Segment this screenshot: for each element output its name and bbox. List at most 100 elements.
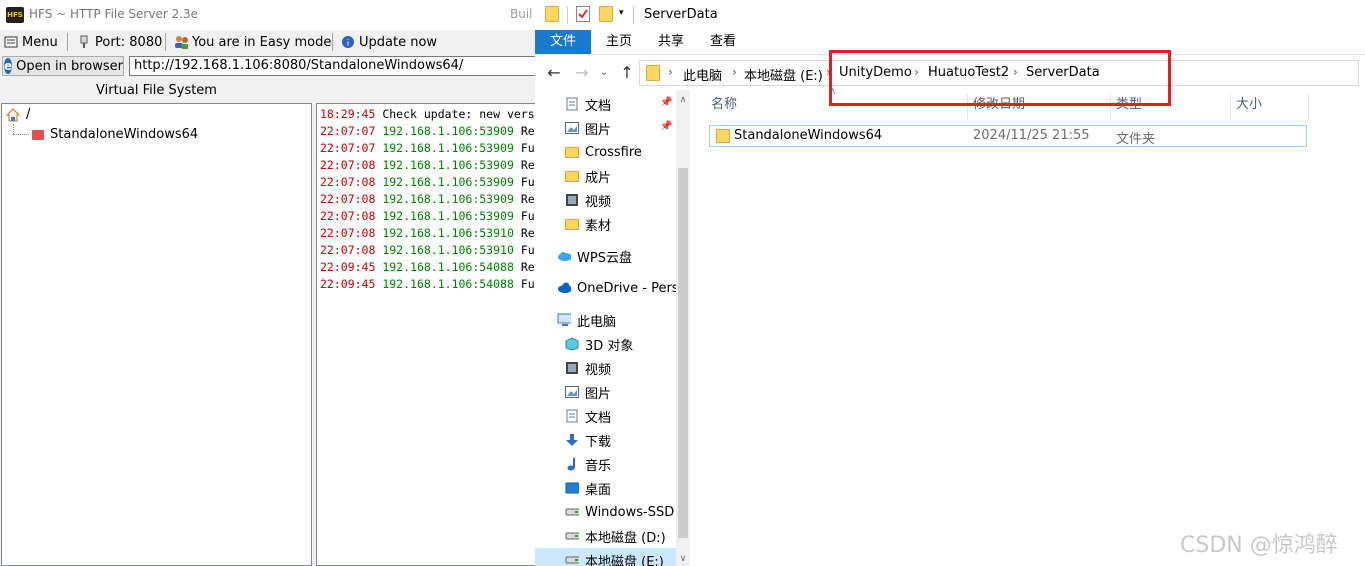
toolbar-divider — [332, 33, 333, 51]
file-date: 2024/11/25 21:55 — [973, 128, 1090, 143]
computer-icon — [557, 313, 571, 327]
log-message: Check update: new vers — [382, 107, 535, 121]
nav-item[interactable]: 桌面 — [535, 476, 676, 500]
log-ip: 192.168.1.106:54088 — [382, 260, 514, 274]
nav-item[interactable]: 本地磁盘 (D:) — [535, 524, 676, 548]
file-type: 文件夹 — [1116, 132, 1156, 147]
back-arrow-icon[interactable]: ← — [545, 64, 563, 82]
up-arrow-icon[interactable]: ↑ — [618, 64, 636, 82]
chevron-down-icon[interactable]: ▾ — [619, 8, 624, 18]
log-time: 18:29:45 — [320, 107, 376, 121]
properties-icon[interactable] — [576, 6, 590, 22]
menu-button[interactable]: Menu — [4, 33, 58, 51]
nav-item[interactable]: 成片 — [535, 164, 676, 188]
log-message: Fu — [520, 209, 535, 223]
nav-item[interactable]: 视频 — [535, 356, 676, 380]
hfs-titlebar: HFS HFS ~ HTTP File Server 2.3e Buil — [0, 0, 538, 30]
nav-item[interactable]: 文档 — [535, 92, 676, 116]
chevron-right-icon[interactable]: › — [732, 65, 737, 79]
log-time: 22:07:08 — [320, 243, 376, 257]
tab-view[interactable]: 查看 — [701, 30, 745, 54]
red-folder-icon — [32, 129, 44, 140]
navigation-pane[interactable]: 文档 📌 图片 📌 Crossfire 成片 视频 素材 WPS云盘 OneDrive - Per… — [535, 90, 690, 566]
log-message: Fu — [520, 141, 535, 155]
nav-item[interactable]: 视频 — [535, 188, 676, 212]
download-icon — [565, 433, 579, 447]
vfs-folder-item[interactable]: StandaloneWindows64 — [32, 127, 198, 142]
log-message: Fu — [520, 277, 535, 291]
new-folder-icon[interactable] — [599, 6, 613, 22]
column-size[interactable]: 大小 — [1236, 90, 1262, 120]
nav-item[interactable]: 此电脑 — [535, 308, 676, 332]
nav-item[interactable]: 图片 — [535, 380, 676, 404]
cloud-icon — [557, 249, 571, 263]
nav-item[interactable]: 文档 — [535, 404, 676, 428]
nav-item[interactable]: Crossfire — [535, 140, 676, 164]
nav-item[interactable]: 素材 — [535, 212, 676, 236]
nav-item[interactable]: 图片 — [535, 116, 676, 140]
update-button[interactable]: i Update now — [341, 33, 437, 51]
menu-label: Menu — [22, 34, 58, 50]
url-field[interactable]: http://192.168.1.106:8080/StandaloneWind… — [129, 56, 538, 76]
log-ip: 192.168.1.106:53909 — [382, 192, 514, 206]
tree-connector — [13, 124, 14, 134]
nav-item-label: 此电脑 — [577, 314, 617, 330]
column-name[interactable]: 名称 — [711, 90, 737, 120]
port-button[interactable]: Port: 8080 — [77, 33, 162, 51]
log-line: 22:09:45 192.168.1.106:54088 Fu — [320, 277, 535, 291]
vfs-root-label: / — [26, 107, 31, 122]
nav-item[interactable]: 下载 — [535, 428, 676, 452]
toolbar-divider — [165, 33, 166, 51]
hfs-toolbar: Menu Port: 8080 You are in Easy mode i U… — [0, 30, 538, 54]
picture-icon — [565, 121, 579, 135]
nav-item-label: 下载 — [585, 434, 612, 450]
log-ip: 192.168.1.106:54088 — [382, 277, 514, 291]
log-line: 22:07:08 192.168.1.106:53909 Re — [320, 192, 535, 206]
log-line: 22:07:08 192.168.1.106:53910 Fu — [320, 243, 535, 257]
hfs-logo-icon: HFS — [6, 7, 24, 23]
nav-item[interactable]: Windows-SSD — [535, 500, 676, 524]
hfs-window-title: HFS ~ HTTP File Server 2.3e — [29, 7, 199, 21]
tab-file[interactable]: 文件 — [535, 30, 591, 54]
nav-item[interactable]: 本地磁盘 (E:) — [535, 548, 676, 566]
nav-item-label: 文档 — [585, 410, 612, 426]
pin-icon[interactable]: 📌 — [660, 97, 672, 108]
recent-chevron-icon[interactable]: ⌄ — [595, 64, 613, 82]
scrollbar-thumb[interactable] — [678, 168, 688, 538]
chevron-right-icon[interactable]: › — [668, 65, 673, 79]
nav-item[interactable]: OneDrive - Perso — [535, 276, 676, 300]
folder-icon — [716, 129, 730, 143]
column-divider[interactable] — [1230, 94, 1231, 120]
pin-icon[interactable]: 📌 — [660, 121, 672, 132]
hfs-window: HFS HFS ~ HTTP File Server 2.3e Buil Men… — [0, 0, 538, 566]
nav-item-label: 文档 — [585, 98, 612, 114]
log-line: 18:29:45 Check update: new vers — [320, 107, 535, 121]
scroll-up-icon[interactable]: ∧ — [676, 93, 690, 107]
nav-item-label: 成片 — [585, 170, 612, 186]
users-icon — [174, 35, 188, 49]
info-download-icon: i — [341, 35, 355, 49]
nav-item-label: 桌面 — [585, 482, 612, 498]
column-divider[interactable] — [1308, 94, 1309, 120]
tab-home[interactable]: 主页 — [597, 30, 641, 54]
nav-item[interactable]: WPS云盘 — [535, 244, 676, 268]
breadcrumb-this-pc[interactable]: 此电脑 — [683, 65, 722, 84]
highlight-box — [829, 50, 1171, 106]
vfs-header: Virtual File System — [96, 83, 217, 98]
file-row[interactable]: StandaloneWindows64 2024/11/25 21:55 文件夹 — [709, 125, 1307, 147]
open-in-browser-button[interactable]: e Open in browser — [2, 56, 124, 76]
log-message: Re — [520, 226, 535, 240]
file-list[interactable]: 名称 ∧ 修改日期 类型 大小 StandaloneWindows64 2024… — [692, 86, 1365, 566]
log-panel[interactable]: 18:29:45 Check update: new vers 22:07:07 … — [316, 103, 538, 566]
forward-arrow-icon[interactable]: → — [573, 64, 591, 82]
breadcrumb-drive-e[interactable]: 本地磁盘 (E:) — [744, 65, 823, 84]
nav-item[interactable]: 3D 对象 — [535, 332, 676, 356]
tab-share[interactable]: 共享 — [649, 30, 693, 54]
vfs-root-item[interactable]: / — [5, 107, 31, 122]
scroll-down-icon[interactable]: ∨ — [676, 552, 690, 566]
folder-icon — [565, 145, 579, 159]
vfs-tree[interactable]: / StandaloneWindows64 — [1, 103, 312, 566]
nav-item[interactable]: 音乐 — [535, 452, 676, 476]
navigation-scrollbar[interactable]: ∧ ∨ — [676, 90, 690, 566]
mode-button[interactable]: You are in Easy mode — [174, 33, 331, 51]
